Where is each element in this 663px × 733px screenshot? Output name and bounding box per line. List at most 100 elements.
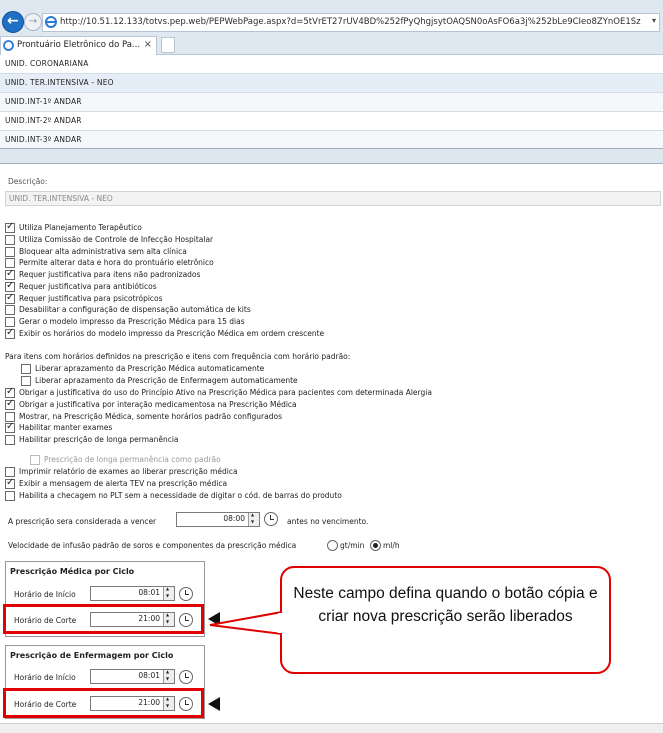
checkbox-box[interactable] xyxy=(5,292,15,304)
checkbox-box[interactable] xyxy=(21,364,31,374)
tab-close-icon[interactable]: × xyxy=(144,39,152,50)
unit-list: UNID. CORONARIANA UNID. TER.INTENSIVA - … xyxy=(0,55,663,150)
checkbox-box[interactable] xyxy=(5,435,15,445)
horario-corte-input[interactable]: 21:00 xyxy=(90,696,175,711)
clock-icon[interactable] xyxy=(264,512,278,526)
callout-text: Neste campo defina quando o botão cópia … xyxy=(293,585,598,625)
radio-ml-h-label: ml/h xyxy=(383,541,400,550)
clock-icon[interactable] xyxy=(179,587,193,601)
aprazamento-heading: Para itens com horários definidos na pre… xyxy=(5,352,351,361)
checkbox-label: Requer justificativa para itens não padr… xyxy=(19,270,201,279)
checkbox-box[interactable] xyxy=(5,268,15,280)
checkbox-box[interactable] xyxy=(5,490,15,501)
checkbox-label: Requer justificativa para psicotrópicos xyxy=(19,293,163,303)
horario-inicio-input[interactable]: 08:01 xyxy=(90,669,175,684)
checkbox-label: Utiliza Planejamento Terapêutico xyxy=(19,223,142,232)
time-spinner[interactable] xyxy=(163,586,174,600)
new-tab-button[interactable] xyxy=(161,37,175,53)
group-title: Prescrição de Enfermagem por Ciclo xyxy=(10,651,174,660)
checkbox-box[interactable] xyxy=(5,221,15,233)
horario-inicio-label: Horário de Início xyxy=(14,590,76,599)
time-value: 08:01 xyxy=(138,671,160,680)
back-button[interactable]: ← xyxy=(2,11,24,33)
checkbox-label: Permite alterar data e hora do prontuári… xyxy=(19,258,214,268)
list-scroll-strip[interactable] xyxy=(0,148,663,164)
list-item[interactable]: UNID.INT-1º ANDAR xyxy=(0,93,663,112)
checkbox-box[interactable] xyxy=(5,317,15,327)
horario-corte-label: Horário de Corte xyxy=(14,616,77,625)
checkbox-label: Imprimir relatório de exames ao liberar … xyxy=(19,467,238,476)
time-spinner[interactable] xyxy=(163,669,174,683)
radio-gt-min[interactable] xyxy=(327,540,338,551)
horario-inicio-input[interactable]: 08:01 xyxy=(90,586,175,601)
checkbox-label: Exibir os horários do modelo impresso da… xyxy=(19,328,325,338)
checkbox-label: Liberar aprazamento da Prescrição de Enf… xyxy=(35,375,298,385)
time-value: 21:00 xyxy=(138,698,160,707)
list-item-selected[interactable]: UNID. TER.INTENSIVA - NEO xyxy=(0,74,663,93)
checkbox-label: Gerar o modelo impresso da Prescrição Mé… xyxy=(19,317,245,326)
vencer-label: A prescrição sera considerada a vencer xyxy=(8,517,157,526)
checkbox-box[interactable] xyxy=(5,246,15,257)
list-item[interactable]: UNID. CORONARIANA xyxy=(0,55,663,74)
checkbox-label: Utiliza Comissão de Controle de Infecção… xyxy=(19,234,214,244)
checkbox-box[interactable] xyxy=(21,375,31,386)
horario-corte-label: Horário de Corte xyxy=(14,700,77,709)
checkbox-label: Requer justificativa para antibióticos xyxy=(19,281,157,291)
checkbox-box[interactable] xyxy=(5,327,15,339)
checkbox-box[interactable] xyxy=(5,234,15,245)
vencer-suffix: antes no vencimento. xyxy=(287,517,369,526)
description-label: Descrição: xyxy=(8,177,48,186)
checkbox-label: Liberar aprazamento da Prescrição Médica… xyxy=(35,364,265,373)
checkbox-label: Habilitar manter exames xyxy=(19,423,113,433)
group-title: Prescrição Médica por Ciclo xyxy=(10,567,135,576)
checkbox-box[interactable] xyxy=(5,398,15,410)
checkbox-box[interactable] xyxy=(5,467,15,477)
time-value: 08:00 xyxy=(223,514,245,523)
checkbox-box[interactable] xyxy=(5,411,15,422)
checkbox-label: Desabilitar a configuração de dispensaçã… xyxy=(19,305,251,315)
vencer-time-input[interactable]: 08:00 xyxy=(176,512,260,527)
checkbox-box[interactable] xyxy=(5,258,15,269)
horario-corte-input[interactable]: 21:00 xyxy=(90,612,175,627)
description-field[interactable]: UNID. TER.INTENSIVA - NEO xyxy=(5,191,661,206)
checkbox-label: Exibir a mensagem de alerta TEV na presc… xyxy=(19,478,228,488)
url-text: http://10.51.12.133/totvs.pep.web/PEPWeb… xyxy=(60,17,641,27)
url-dropdown-icon[interactable]: ▾ xyxy=(652,16,656,25)
url-field[interactable]: http://10.51.12.133/totvs.pep.web/PEPWeb… xyxy=(42,13,660,32)
tab-title: Prontuário Eletrônico do Pa... xyxy=(17,40,141,50)
clock-icon[interactable] xyxy=(179,613,193,627)
browser-tab[interactable]: Prontuário Eletrônico do Pa... × xyxy=(0,36,157,55)
time-value: 21:00 xyxy=(138,614,160,623)
callout-pointer-mask xyxy=(278,613,282,633)
checkbox-label: Bloquear alta administrativa sem alta cl… xyxy=(19,246,187,256)
list-item[interactable]: UNID.INT-2º ANDAR xyxy=(0,112,663,131)
time-spinner[interactable] xyxy=(163,612,174,626)
checkbox-box[interactable] xyxy=(5,477,15,489)
checkbox-box xyxy=(30,455,40,465)
annotation-callout: Neste campo defina quando o botão cópia … xyxy=(280,566,611,674)
back-arrow-icon: ← xyxy=(7,13,19,29)
checkbox-label: Habilitar prescrição de longa permanênci… xyxy=(19,435,179,444)
forward-button[interactable]: → xyxy=(24,13,42,31)
clock-icon[interactable] xyxy=(179,670,193,684)
checkbox-label: Mostrar, na Prescrição Médica, somente h… xyxy=(19,411,282,421)
page-icon xyxy=(3,40,14,51)
checkbox-box[interactable] xyxy=(5,305,15,316)
time-spinner[interactable] xyxy=(163,696,174,710)
clock-icon[interactable] xyxy=(179,697,193,711)
pointer-arrow-icon xyxy=(208,697,220,711)
checkbox-box[interactable] xyxy=(5,280,15,292)
checkbox-box[interactable] xyxy=(5,386,15,398)
checkbox-label: Obrigar a justificativa do uso do Princí… xyxy=(19,388,432,397)
checkbox-label: Obrigar a justificativa por interação me… xyxy=(19,399,297,409)
checkbox-label: Prescrição de longa permanência como pad… xyxy=(44,455,221,464)
horario-inicio-label: Horário de Início xyxy=(14,673,76,682)
checkbox-box[interactable] xyxy=(5,421,15,434)
time-value: 08:01 xyxy=(138,588,160,597)
checkbox-label: Habilita a checagem no PLT sem a necessi… xyxy=(19,490,342,500)
radio-gt-min-label: gt/min xyxy=(340,541,365,550)
radio-ml-h[interactable] xyxy=(370,540,381,551)
address-bar-area: ← → http://10.51.12.133/totvs.pep.web/PE… xyxy=(0,0,663,34)
time-spinner[interactable] xyxy=(248,512,259,526)
ie-icon xyxy=(45,16,57,28)
